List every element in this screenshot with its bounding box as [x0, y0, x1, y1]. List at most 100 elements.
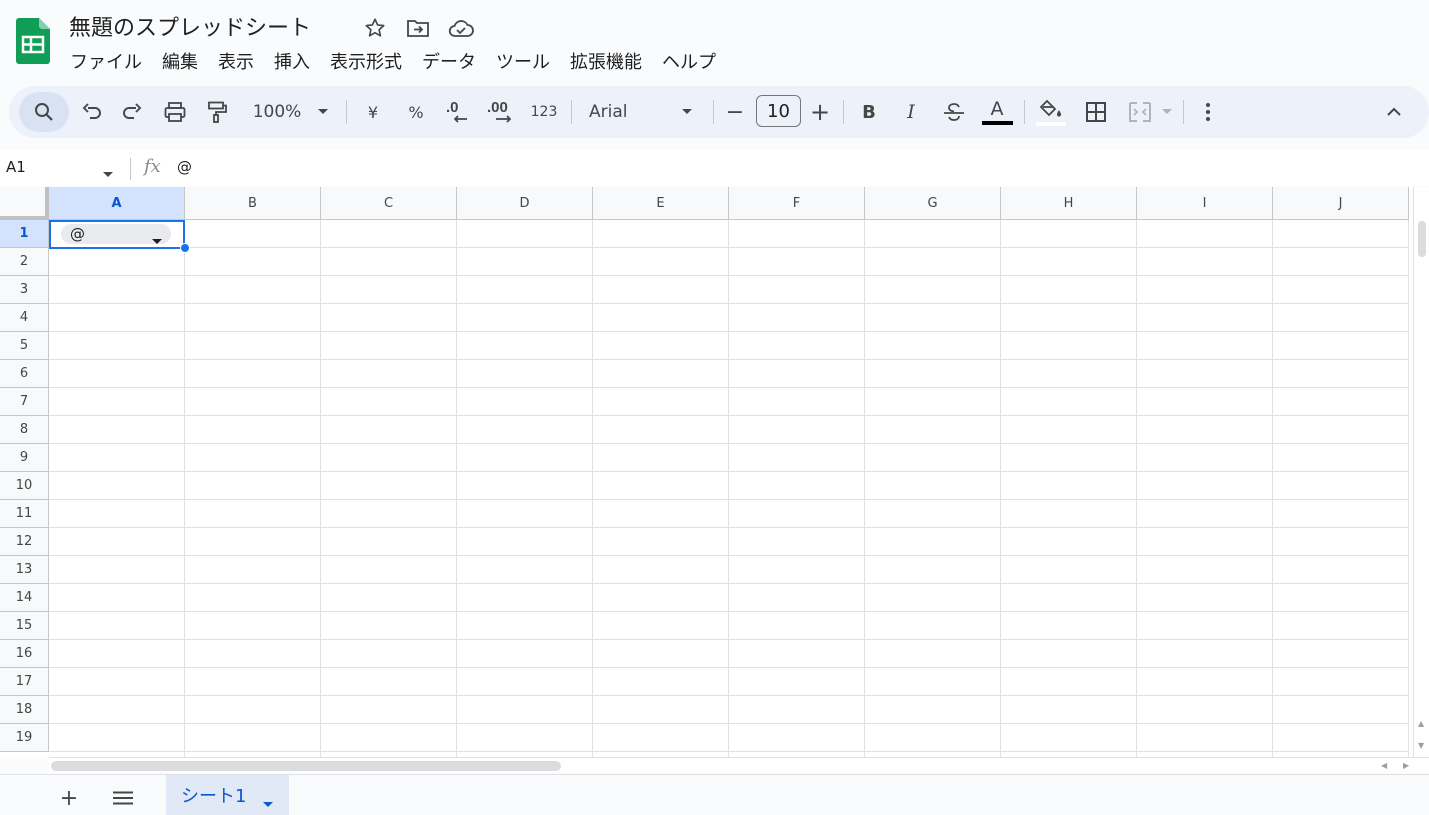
row-header[interactable]: 18	[0, 696, 49, 724]
scroll-down-arrow-icon[interactable]: ▼	[1418, 741, 1424, 750]
zoom-dropdown-icon[interactable]	[313, 86, 333, 138]
row-header[interactable]: 1	[0, 220, 49, 248]
formula-bar-divider	[130, 158, 131, 180]
column-header[interactable]: C	[321, 187, 457, 220]
fill-handle[interactable]	[180, 243, 190, 253]
merge-cells-icon[interactable]	[1125, 86, 1155, 138]
text-color-button[interactable]: A	[981, 86, 1013, 138]
column-header[interactable]: G	[865, 187, 1001, 220]
select-all-corner[interactable]	[0, 187, 49, 220]
paint-format-icon[interactable]	[202, 86, 232, 138]
row-header[interactable]: 7	[0, 388, 49, 416]
menu-data[interactable]: データ	[412, 46, 486, 76]
decrease-decimal-button[interactable]: .0	[442, 86, 474, 138]
horizontal-scrollbar[interactable]: ◀ ▶	[49, 757, 1429, 773]
vertical-scrollbar[interactable]: ▲ ▼	[1413, 187, 1429, 757]
toolbar-divider	[713, 100, 714, 124]
column-header[interactable]: H	[1001, 187, 1137, 220]
row-header[interactable]: 14	[0, 584, 49, 612]
row-header[interactable]: 15	[0, 612, 49, 640]
search-icon[interactable]	[29, 86, 59, 138]
column-header[interactable]: E	[593, 187, 729, 220]
column-header[interactable]: D	[457, 187, 593, 220]
row-header[interactable]: 12	[0, 528, 49, 556]
row-header[interactable]: 13	[0, 556, 49, 584]
strikethrough-icon[interactable]	[939, 86, 969, 138]
currency-format-button[interactable]: ¥	[359, 86, 387, 138]
percent-format-button[interactable]: %	[402, 86, 430, 138]
row-header[interactable]: 11	[0, 500, 49, 528]
menu-edit[interactable]: 編集	[152, 46, 208, 76]
row-header[interactable]: 9	[0, 444, 49, 472]
formula-input[interactable]: @	[177, 158, 192, 176]
font-size-input[interactable]: 10	[756, 95, 801, 127]
menu-insert[interactable]: 挿入	[264, 46, 320, 76]
merge-dropdown-icon[interactable]	[1157, 86, 1177, 138]
sheet-tab-dropdown-icon[interactable]	[262, 793, 274, 814]
menu-format[interactable]: 表示形式	[320, 46, 412, 76]
row-header[interactable]: 2	[0, 248, 49, 276]
toolbar-divider	[843, 100, 844, 124]
cloud-saved-icon[interactable]	[446, 13, 476, 43]
svg-text:.00: .00	[487, 99, 508, 116]
menu-help[interactable]: ヘルプ	[652, 46, 726, 76]
formula-bar: A1 fx @	[0, 150, 1429, 186]
redo-icon[interactable]	[117, 86, 147, 138]
column-header[interactable]: A	[49, 187, 185, 220]
fill-color-icon[interactable]	[1035, 86, 1067, 138]
borders-icon[interactable]	[1081, 86, 1111, 138]
row-header[interactable]: 17	[0, 668, 49, 696]
name-box-dropdown-icon[interactable]	[102, 164, 114, 183]
row-header[interactable]: 10	[0, 472, 49, 500]
italic-button[interactable]: I	[898, 86, 924, 138]
increase-font-size-button[interactable]: +	[807, 86, 833, 138]
increase-decimal-button[interactable]: .00	[484, 86, 518, 138]
row-header[interactable]: 8	[0, 416, 49, 444]
svg-text:.0: .0	[446, 99, 459, 116]
sheet-tab[interactable]: シート1	[166, 775, 289, 815]
vertical-scroll-thumb[interactable]	[1418, 221, 1426, 257]
toolbar-divider	[571, 100, 572, 124]
zoom-select[interactable]: 100%	[247, 86, 307, 138]
move-to-folder-icon[interactable]	[403, 13, 433, 43]
row-header[interactable]: 6	[0, 360, 49, 388]
spreadsheet-grid[interactable]: A B C D E F G H I J 1 2 3 4 5 6 7 8 9 10…	[0, 187, 1429, 757]
collapse-toolbar-icon[interactable]	[1379, 86, 1409, 138]
add-sheet-button[interactable]: +	[54, 783, 84, 813]
toolbar-divider	[1183, 100, 1184, 124]
scroll-right-arrow-icon[interactable]: ▶	[1403, 761, 1409, 770]
more-formats-button[interactable]: 123	[529, 86, 559, 138]
star-icon[interactable]	[360, 13, 390, 43]
bold-button[interactable]: B	[856, 86, 882, 138]
menu-extensions[interactable]: 拡張機能	[560, 46, 652, 76]
sheets-logo-icon[interactable]	[16, 18, 50, 64]
menu-tools[interactable]: ツール	[486, 46, 560, 76]
decrease-font-size-button[interactable]: −	[722, 86, 748, 138]
cell-area[interactable]	[49, 220, 1409, 757]
font-family-select[interactable]: Arial	[589, 86, 649, 138]
column-header[interactable]: J	[1273, 187, 1409, 220]
document-title[interactable]: 無題のスプレッドシート	[69, 10, 311, 42]
undo-icon[interactable]	[77, 86, 107, 138]
row-header[interactable]: 3	[0, 276, 49, 304]
row-header[interactable]: 5	[0, 332, 49, 360]
print-icon[interactable]	[160, 86, 190, 138]
toolbar: 100% ¥ % .0 .00 123 Arial − 10 + B I A	[9, 86, 1429, 138]
row-header[interactable]: 16	[0, 640, 49, 668]
row-header[interactable]: 19	[0, 724, 49, 752]
scroll-up-arrow-icon[interactable]: ▲	[1418, 719, 1424, 728]
font-dropdown-icon[interactable]	[677, 86, 697, 138]
chip-dropdown-icon[interactable]	[151, 231, 163, 250]
row-header[interactable]: 4	[0, 304, 49, 332]
column-header[interactable]: I	[1137, 187, 1273, 220]
menu-file[interactable]: ファイル	[60, 46, 152, 76]
more-options-icon[interactable]	[1195, 86, 1221, 138]
menu-view[interactable]: 表示	[208, 46, 264, 76]
all-sheets-icon[interactable]	[108, 783, 138, 813]
sheet-tabs-bar: + シート1	[0, 774, 1429, 815]
column-header[interactable]: F	[729, 187, 865, 220]
horizontal-scroll-thumb[interactable]	[51, 761, 561, 771]
scroll-left-arrow-icon[interactable]: ◀	[1381, 761, 1387, 770]
name-box[interactable]: A1	[6, 158, 26, 176]
column-header[interactable]: B	[185, 187, 321, 220]
